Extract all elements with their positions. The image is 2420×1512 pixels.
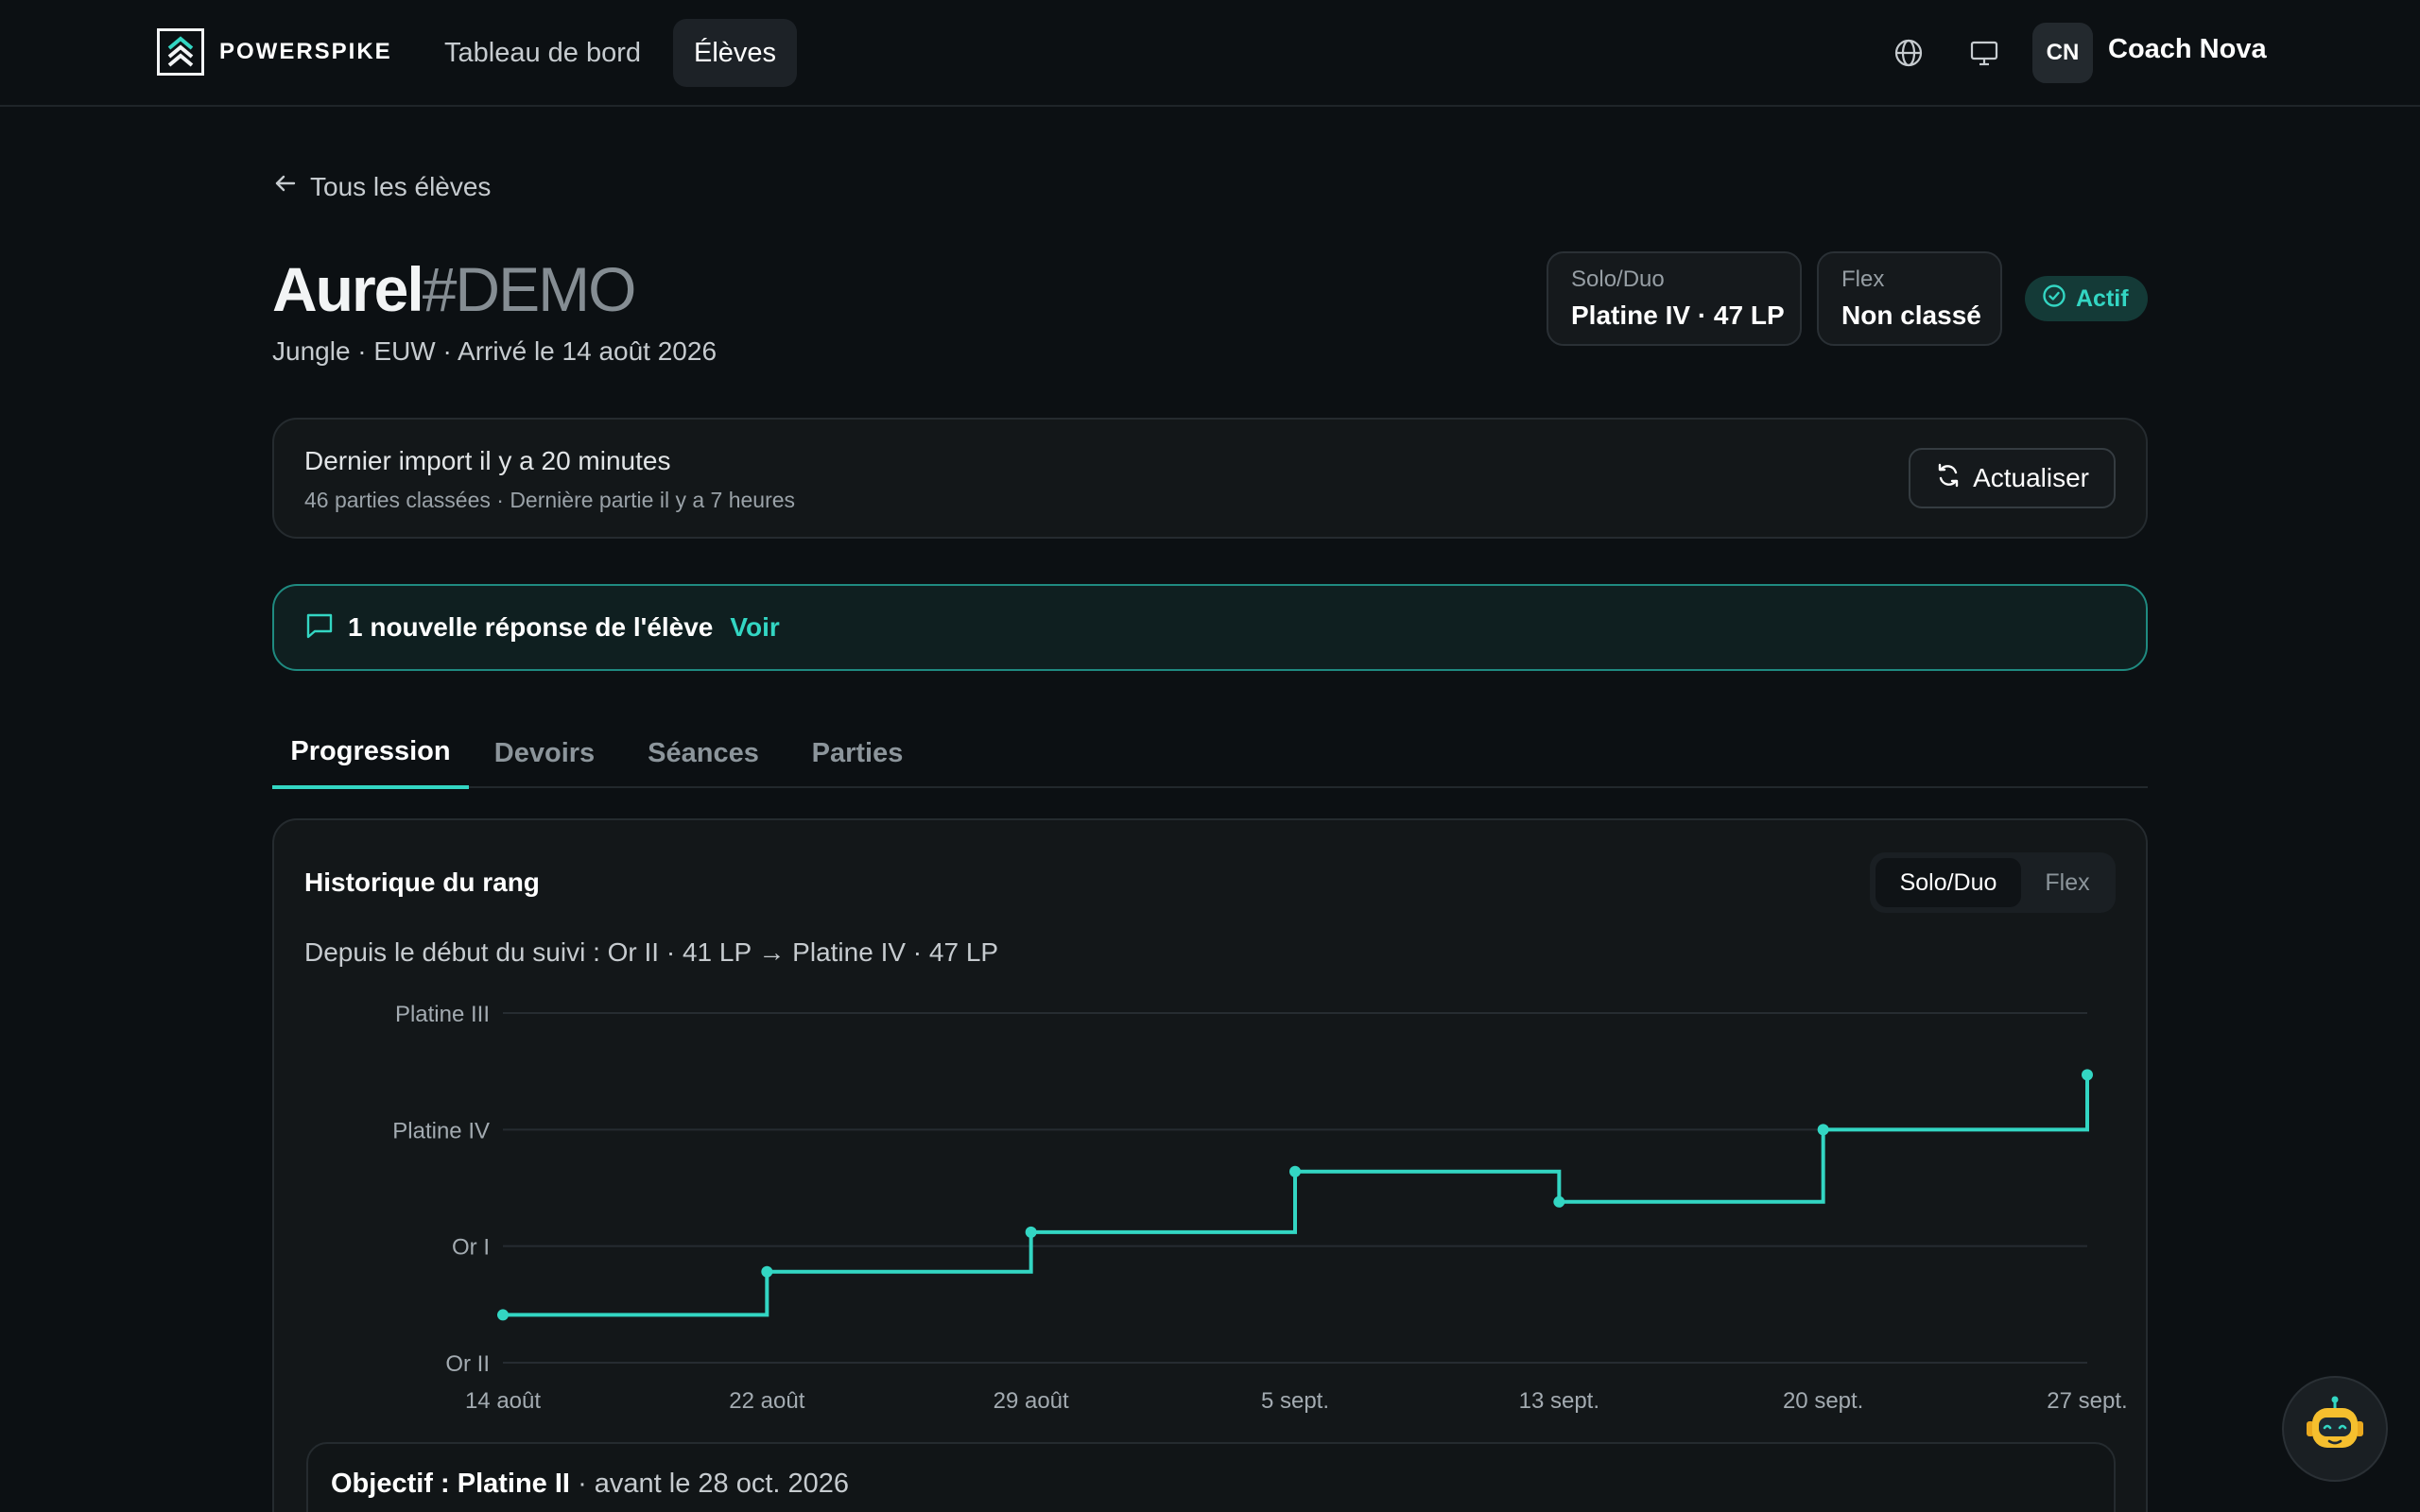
arrow-left-icon [272, 170, 299, 203]
rank-queue-label: Flex [1841, 266, 1885, 292]
goal-text: Objectif : Platine II · avant le 28 oct.… [331, 1469, 849, 1500]
rank-series-line [503, 1074, 2089, 1317]
chart-title: Historique du rang [304, 868, 540, 897]
student-meta: Jungle · EUW · Arrivé le 14 août 2026 [272, 336, 717, 366]
back-link-label: Tous les élèves [310, 171, 492, 201]
tab-devoirs[interactable]: Devoirs [480, 718, 609, 788]
rank-value: Platine IV · 47 LP [1571, 301, 1785, 330]
user-name[interactable]: Coach Nova [2108, 34, 2267, 65]
rank-data-point [2082, 1069, 2093, 1081]
rank-history-chart: Or II Or I Platine IV Platine III 14 août 22 … [392, 1002, 2127, 1414]
goal-label: Objectif : Platine II [331, 1469, 570, 1499]
back-to-students-link[interactable]: Tous les élèves [272, 170, 491, 203]
rank-value: Non classé [1841, 301, 1981, 330]
rank-data-point [497, 1309, 509, 1321]
rank-card-flex: Flex Non classé [1817, 251, 2002, 346]
student-name: Aurel [272, 254, 424, 324]
top-navigation-bar: POWERSPIKE Tableau de bord Élèves CN Coa… [0, 0, 2420, 107]
refresh-label: Actualiser [1973, 463, 2089, 492]
status-badge: Actif [2025, 276, 2148, 321]
x-tick-label: 22 août [729, 1388, 804, 1414]
rank-data-point [1025, 1226, 1037, 1238]
goal-deadline: · avant le 28 oct. 2026 [578, 1469, 850, 1499]
brand-logo[interactable]: POWERSPIKE [157, 28, 392, 76]
goal-box: Objectif : Platine II · avant le 28 oct.… [306, 1442, 2116, 1512]
rank-data-point [1553, 1195, 1565, 1208]
nav-eleves[interactable]: Élèves [673, 19, 798, 87]
robot-icon [2301, 1393, 2369, 1466]
x-tick-label: 5 sept. [1261, 1388, 1329, 1414]
rank-history-panel: Historique du rang Solo/Duo Flex Depuis … [272, 818, 2148, 1512]
powerspike-logo-icon [157, 28, 204, 76]
page-title: Aurel#DEMO [272, 253, 637, 325]
message-icon [304, 610, 335, 645]
brand-name: POWERSPIKE [219, 39, 392, 64]
tab-seances[interactable]: Séances [626, 718, 781, 788]
avatar[interactable]: CN [2032, 23, 2093, 83]
x-tick-label: 27 sept. [2047, 1388, 2127, 1414]
nav-tableau-de-bord[interactable]: Tableau de bord [424, 19, 662, 87]
tab-progression[interactable]: Progression [272, 718, 469, 789]
check-circle-icon [2042, 284, 2066, 315]
tab-parties[interactable]: Parties [796, 718, 919, 788]
monitor-icon[interactable] [1965, 34, 2003, 72]
rank-card-solo-duo: Solo/Duo Platine IV · 47 LP [1547, 251, 1802, 346]
y-tick-label: Platine IV [392, 1118, 490, 1143]
toggle-solo-duo[interactable]: Solo/Duo [1876, 858, 2021, 907]
rank-queue-label: Solo/Duo [1571, 266, 1665, 292]
queue-toggle: Solo/Duo Flex [1870, 852, 2116, 913]
notice-text: 1 nouvelle réponse de l'élève [348, 612, 714, 642]
rank-data-point [1817, 1124, 1829, 1136]
x-tick-label: 20 sept. [1783, 1388, 1863, 1414]
student-tabs: Progression Devoirs Séances Parties [272, 718, 2148, 789]
x-tick-label: 13 sept. [1519, 1388, 1599, 1414]
assistant-bot-button[interactable] [2282, 1376, 2388, 1482]
student-tag: #DEMO [422, 254, 637, 324]
y-tick-label: Or II [445, 1351, 490, 1377]
chart-summary: Depuis le début du suivi : Or II · 41 LP… [304, 937, 999, 967]
import-title: Dernier import il y a 20 minutes [304, 446, 671, 475]
refresh-button[interactable]: Actualiser [1909, 448, 2116, 508]
rank-data-point [1289, 1165, 1301, 1177]
toggle-flex[interactable]: Flex [2025, 858, 2110, 907]
status-label: Actif [2076, 284, 2129, 312]
y-tick-label: Or I [452, 1235, 490, 1261]
y-tick-label: Platine III [395, 1002, 490, 1027]
rank-data-point [761, 1265, 773, 1278]
x-tick-label: 14 août [465, 1388, 541, 1414]
x-tick-label: 29 août [994, 1388, 1069, 1414]
import-subtitle: 46 parties classées · Dernière partie il… [304, 488, 796, 512]
import-status-panel: Dernier import il y a 20 minutes 46 part… [272, 418, 2148, 539]
new-reply-notice: 1 nouvelle réponse de l'élève Voir [272, 584, 2148, 671]
refresh-icon [1935, 462, 1962, 495]
view-reply-link[interactable]: Voir [730, 612, 779, 643]
globe-icon[interactable] [1890, 34, 1927, 72]
